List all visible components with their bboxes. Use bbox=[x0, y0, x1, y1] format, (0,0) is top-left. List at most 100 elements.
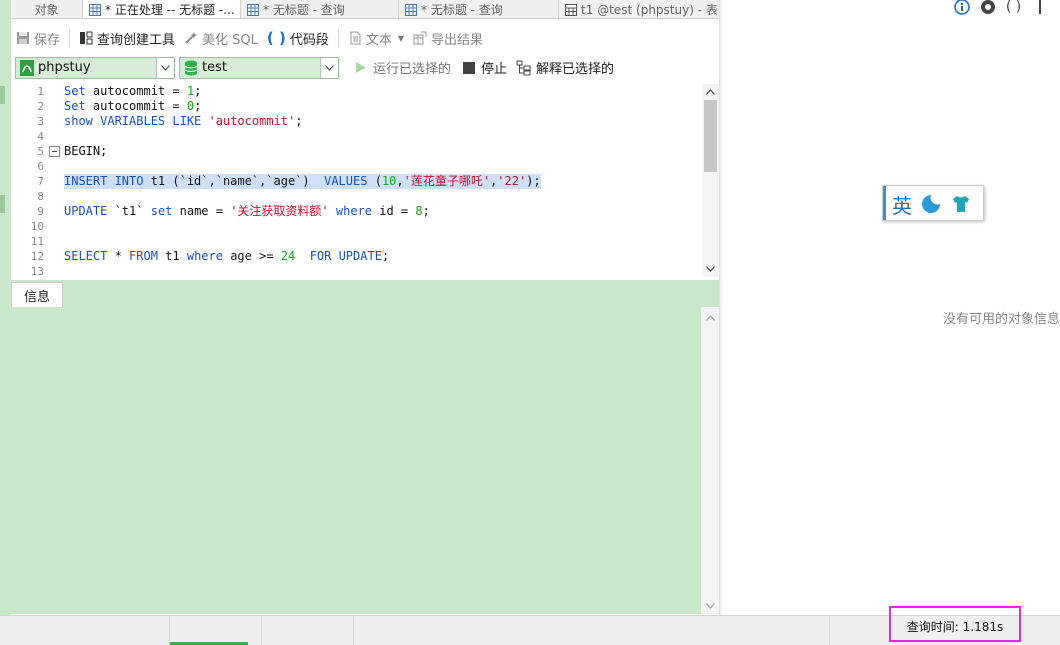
code-token: VALUES bbox=[324, 174, 368, 188]
tab-query-3[interactable]: * 无标题 - 查询 bbox=[399, 0, 559, 18]
fold-toggle-icon[interactable] bbox=[49, 146, 60, 157]
code-line[interactable]: 7 INSERT INTO t1 (`id`,`name`,`age`) VALU… bbox=[11, 174, 701, 189]
explain-selected-label: 解释已选择的 bbox=[536, 62, 615, 77]
info-scrollbar[interactable] bbox=[701, 307, 719, 614]
code-text: UPDATE `t1` set name = '关注获取资料额' where i… bbox=[64, 204, 430, 219]
status-segment bbox=[354, 616, 830, 645]
code-token: id = bbox=[372, 204, 416, 218]
code-token: 0 bbox=[186, 99, 195, 113]
preview-icon[interactable] bbox=[979, 0, 996, 14]
stop-button[interactable]: 停止 bbox=[463, 58, 507, 77]
export-icon bbox=[413, 31, 427, 45]
ddl-brackets-icon[interactable]: ( ) bbox=[1005, 0, 1022, 15]
code-token: where bbox=[186, 249, 223, 263]
code-line[interactable]: 13 bbox=[11, 264, 701, 277]
line-number: 12 bbox=[30, 250, 44, 263]
line-number: 10 bbox=[30, 220, 44, 233]
export-label: 导出结果 bbox=[431, 32, 484, 48]
tab-objects[interactable]: 对象 bbox=[11, 0, 83, 18]
database-select[interactable]: test bbox=[179, 56, 339, 79]
line-number: 3 bbox=[37, 115, 44, 128]
more-icon[interactable] bbox=[1031, 0, 1048, 14]
chevron-down-icon: ▼ bbox=[397, 33, 405, 43]
code-line[interactable]: 2 Set autocommit = 0; bbox=[11, 99, 701, 114]
explain-icon bbox=[516, 60, 531, 75]
line-number: 9 bbox=[37, 205, 44, 218]
code-line[interactable]: 12 SELECT * FROM t1 where age >= 24 FOR U… bbox=[11, 249, 701, 264]
code-token: 'autocommit' bbox=[208, 114, 296, 128]
code-line[interactable]: 4 bbox=[11, 129, 701, 144]
code-token: 24 bbox=[280, 249, 296, 263]
code-token: ; bbox=[381, 249, 390, 263]
sql-editor[interactable]: 1 Set autocommit = 1; 2 Set autocommit = 0;… bbox=[11, 84, 719, 277]
code-text: Set autocommit = 1; bbox=[64, 84, 201, 99]
code-token: FOR UPDATE bbox=[309, 249, 382, 263]
export-results-button[interactable]: 导出结果 bbox=[413, 29, 483, 48]
save-label: 保存 bbox=[34, 32, 61, 48]
connection-select[interactable]: phpstuy bbox=[15, 56, 175, 79]
app-window: 对象 * 正在处理 -- 无标题 -... * 无标题 - 查询 * 无标题 -… bbox=[0, 0, 1060, 645]
line-number: 7 bbox=[37, 175, 44, 188]
table-icon bbox=[565, 3, 577, 16]
tab-query-active[interactable]: * 正在处理 -- 无标题 -... bbox=[83, 0, 241, 18]
run-selected-button[interactable]: 运行已选择的 bbox=[355, 58, 451, 77]
tab-query-2[interactable]: * 无标题 - 查询 bbox=[241, 0, 399, 18]
skin-shirt-icon[interactable] bbox=[951, 194, 971, 214]
code-line[interactable]: 3 show VARIABLES LIKE 'autocommit'; bbox=[11, 114, 701, 129]
code-text: BEGIN; bbox=[64, 144, 107, 159]
code-line[interactable]: 10 bbox=[11, 219, 701, 234]
save-button[interactable]: 保存 bbox=[16, 29, 60, 48]
code-token: where bbox=[335, 204, 373, 218]
code-token: '莲花童子哪吒' bbox=[403, 174, 491, 188]
line-number: 5 bbox=[37, 145, 44, 158]
editor-scrollbar[interactable] bbox=[702, 84, 719, 277]
code-token: Set bbox=[64, 99, 86, 113]
tab-label: * 无标题 - 查询 bbox=[263, 3, 345, 17]
tab-bar: 对象 * 正在处理 -- 无标题 -... * 无标题 - 查询 * 无标题 -… bbox=[11, 0, 721, 19]
code-line[interactable]: 1 Set autocommit = 1; bbox=[11, 84, 701, 99]
tab-info[interactable]: 信息 bbox=[11, 282, 63, 307]
code-token: autocommit = bbox=[85, 84, 187, 98]
code-token: ( bbox=[367, 174, 382, 188]
code-token: age >= bbox=[222, 249, 281, 263]
code-token: Set bbox=[64, 84, 86, 98]
code-token: `t1` bbox=[107, 204, 151, 218]
scroll-up-icon[interactable] bbox=[706, 314, 715, 323]
tab-table-t1[interactable]: t1 @test (phpstuy) - 表 bbox=[559, 0, 721, 18]
code-token: ; bbox=[295, 114, 303, 128]
query-toolbar: 保存 查询创建工具 美化 SQL ( ) 代码段 文本 ▼ 导出结果 bbox=[11, 24, 721, 52]
code-token: BEGIN; bbox=[64, 144, 108, 158]
beautify-sql-button[interactable]: 美化 SQL bbox=[184, 29, 258, 48]
line-number: 11 bbox=[30, 235, 44, 248]
scroll-up-icon[interactable] bbox=[706, 88, 715, 97]
code-line[interactable]: 9 UPDATE `t1` set name = '关注获取资料额' where … bbox=[11, 204, 701, 219]
status-segment bbox=[170, 616, 262, 645]
panel-icon-bar: ( ) bbox=[953, 0, 1048, 15]
scroll-down-icon[interactable] bbox=[706, 264, 715, 273]
run-selected-label: 运行已选择的 bbox=[373, 62, 452, 77]
beautify-label: 美化 SQL bbox=[202, 32, 258, 48]
text-dropdown-button[interactable]: 文本 ▼ bbox=[348, 29, 404, 48]
scroll-down-icon[interactable] bbox=[706, 601, 715, 610]
code-token: autocommit = bbox=[85, 99, 187, 113]
stop-label: 停止 bbox=[481, 62, 508, 77]
empty-object-info-text: 没有可用的对象信息 bbox=[942, 312, 1060, 327]
info-icon[interactable] bbox=[953, 0, 970, 15]
half-width-moon-icon[interactable] bbox=[921, 194, 941, 214]
query-builder-button[interactable]: 查询创建工具 bbox=[79, 29, 175, 48]
sidebar-marker bbox=[0, 195, 5, 213]
ime-drag-handle[interactable] bbox=[883, 186, 886, 220]
connection-value: phpstuy bbox=[38, 60, 91, 75]
scrollbar-thumb[interactable] bbox=[704, 100, 717, 172]
explain-selected-button[interactable]: 解释已选择的 bbox=[516, 58, 614, 77]
code-token: 8 bbox=[415, 204, 423, 218]
code-line[interactable]: 5 BEGIN; bbox=[11, 144, 701, 159]
code-line[interactable]: 6 bbox=[11, 159, 701, 174]
ime-toolbar[interactable]: 英 bbox=[882, 185, 984, 221]
code-snippet-button[interactable]: ( ) 代码段 bbox=[267, 29, 329, 48]
info-output-area[interactable] bbox=[11, 307, 701, 614]
code-line[interactable]: 11 bbox=[11, 234, 701, 249]
code-token: ; bbox=[422, 204, 430, 218]
code-line[interactable]: 8 bbox=[11, 189, 701, 204]
ime-language-indicator[interactable]: 英 bbox=[892, 190, 912, 219]
